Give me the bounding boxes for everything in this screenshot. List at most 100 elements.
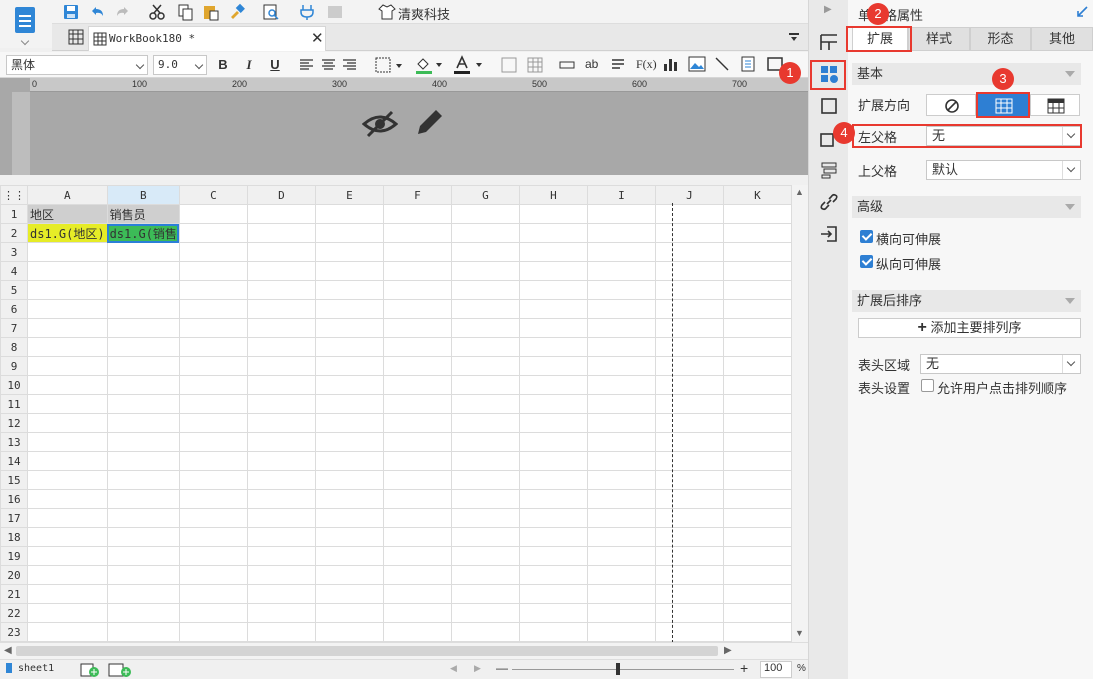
column-header[interactable]: F xyxy=(382,185,452,205)
cell-h16[interactable] xyxy=(518,489,588,509)
cell-e22[interactable] xyxy=(314,603,384,623)
cell-c7[interactable] xyxy=(178,318,248,338)
cell-c8[interactable] xyxy=(178,337,248,357)
cell-c6[interactable] xyxy=(178,299,248,319)
column-header[interactable]: C xyxy=(178,185,248,205)
cell-f14[interactable] xyxy=(382,451,452,471)
insert-image-icon[interactable] xyxy=(688,56,706,72)
cell-i2[interactable] xyxy=(586,223,656,243)
cell-b6[interactable] xyxy=(106,299,180,319)
expand-none-button[interactable] xyxy=(926,94,976,116)
cell-k8[interactable] xyxy=(722,337,792,357)
text-wrap-icon[interactable] xyxy=(610,57,626,73)
row-header[interactable]: 12 xyxy=(0,413,28,433)
cell-e8[interactable] xyxy=(314,337,384,357)
cell-b21[interactable] xyxy=(106,584,180,604)
cell-k16[interactable] xyxy=(722,489,792,509)
add-sort-button[interactable]: + 添加主要排列序 xyxy=(858,318,1081,338)
cell-f17[interactable] xyxy=(382,508,452,528)
cell-d7[interactable] xyxy=(246,318,316,338)
cell-d22[interactable] xyxy=(246,603,316,623)
cell-k22[interactable] xyxy=(722,603,792,623)
cell-g15[interactable] xyxy=(450,470,520,490)
cell-g12[interactable] xyxy=(450,413,520,433)
row-header[interactable]: 7 xyxy=(0,318,28,338)
cell-g10[interactable] xyxy=(450,375,520,395)
cell-j9[interactable] xyxy=(654,356,724,376)
cell-b10[interactable] xyxy=(106,375,180,395)
cell-i13[interactable] xyxy=(586,432,656,452)
format-painter-icon[interactable] xyxy=(228,3,246,21)
pin-arrow-icon[interactable] xyxy=(1076,6,1088,18)
cell-h20[interactable] xyxy=(518,565,588,585)
cell-h15[interactable] xyxy=(518,470,588,490)
cell-a3[interactable] xyxy=(27,242,108,262)
row-header[interactable]: 5 xyxy=(0,280,28,300)
text-tool-button[interactable]: ab xyxy=(585,57,598,71)
border-icon[interactable] xyxy=(374,56,404,74)
column-header[interactable]: D xyxy=(246,185,316,205)
cell-g2[interactable] xyxy=(450,223,520,243)
column-header[interactable]: H xyxy=(518,185,588,205)
cell-d4[interactable] xyxy=(246,261,316,281)
cell-f10[interactable] xyxy=(382,375,452,395)
cell-g11[interactable] xyxy=(450,394,520,414)
row-header[interactable]: 17 xyxy=(0,508,28,528)
plugin-icon[interactable] xyxy=(298,3,316,21)
redo-icon[interactable] xyxy=(114,3,132,21)
select-all-icon[interactable]: ⋮⋮ xyxy=(0,185,28,205)
cell-g14[interactable] xyxy=(450,451,520,471)
cell-e17[interactable] xyxy=(314,508,384,528)
cell-k6[interactable] xyxy=(722,299,792,319)
cell-f9[interactable] xyxy=(382,356,452,376)
cell-j23[interactable] xyxy=(654,622,724,642)
cell-h2[interactable] xyxy=(518,223,588,243)
collapse-arrow-icon[interactable]: ▶ xyxy=(824,4,832,15)
font-size-select[interactable]: 9.0 xyxy=(153,55,207,75)
cell-c2[interactable] xyxy=(178,223,248,243)
cell-g6[interactable] xyxy=(450,299,520,319)
cell-d8[interactable] xyxy=(246,337,316,357)
cell-f23[interactable] xyxy=(382,622,452,642)
cell-e3[interactable] xyxy=(314,242,384,262)
top-parent-select[interactable]: 默认 xyxy=(926,160,1081,180)
cell-a1[interactable]: 地区 xyxy=(27,204,108,224)
cell-j18[interactable] xyxy=(654,527,724,547)
cell-k15[interactable] xyxy=(722,470,792,490)
slash-icon[interactable] xyxy=(714,56,730,72)
row-header[interactable]: 16 xyxy=(0,489,28,509)
row-header[interactable]: 21 xyxy=(0,584,28,604)
cell-f20[interactable] xyxy=(382,565,452,585)
cell-c14[interactable] xyxy=(178,451,248,471)
cell-k23[interactable] xyxy=(722,622,792,642)
cell-j6[interactable] xyxy=(654,299,724,319)
cell-i14[interactable] xyxy=(586,451,656,471)
image-icon[interactable] xyxy=(326,3,344,21)
cut-icon[interactable] xyxy=(148,3,166,21)
cell-g1[interactable] xyxy=(450,204,520,224)
cell-j19[interactable] xyxy=(654,546,724,566)
cell-h9[interactable] xyxy=(518,356,588,376)
cell-a17[interactable] xyxy=(27,508,108,528)
row-header[interactable]: 2 xyxy=(0,223,28,243)
add-report-icon[interactable] xyxy=(108,663,132,677)
cell-f16[interactable] xyxy=(382,489,452,509)
column-header[interactable]: J xyxy=(654,185,724,205)
section-advanced[interactable]: 高级 xyxy=(852,196,1081,218)
cell-g22[interactable] xyxy=(450,603,520,623)
cell-j22[interactable] xyxy=(654,603,724,623)
cell-j7[interactable] xyxy=(654,318,724,338)
cell-j20[interactable] xyxy=(654,565,724,585)
cell-j3[interactable] xyxy=(654,242,724,262)
template-shirt-icon[interactable] xyxy=(378,3,396,21)
edit-pencil-icon[interactable] xyxy=(412,106,446,140)
cell-j2[interactable] xyxy=(654,223,724,243)
cell-i8[interactable] xyxy=(586,337,656,357)
row-header[interactable]: 13 xyxy=(0,432,28,452)
cell-g19[interactable] xyxy=(450,546,520,566)
cell-i16[interactable] xyxy=(586,489,656,509)
cell-g21[interactable] xyxy=(450,584,520,604)
grid-view-icon[interactable] xyxy=(68,29,84,45)
cell-b23[interactable] xyxy=(106,622,180,642)
row-header[interactable]: 11 xyxy=(0,394,28,414)
